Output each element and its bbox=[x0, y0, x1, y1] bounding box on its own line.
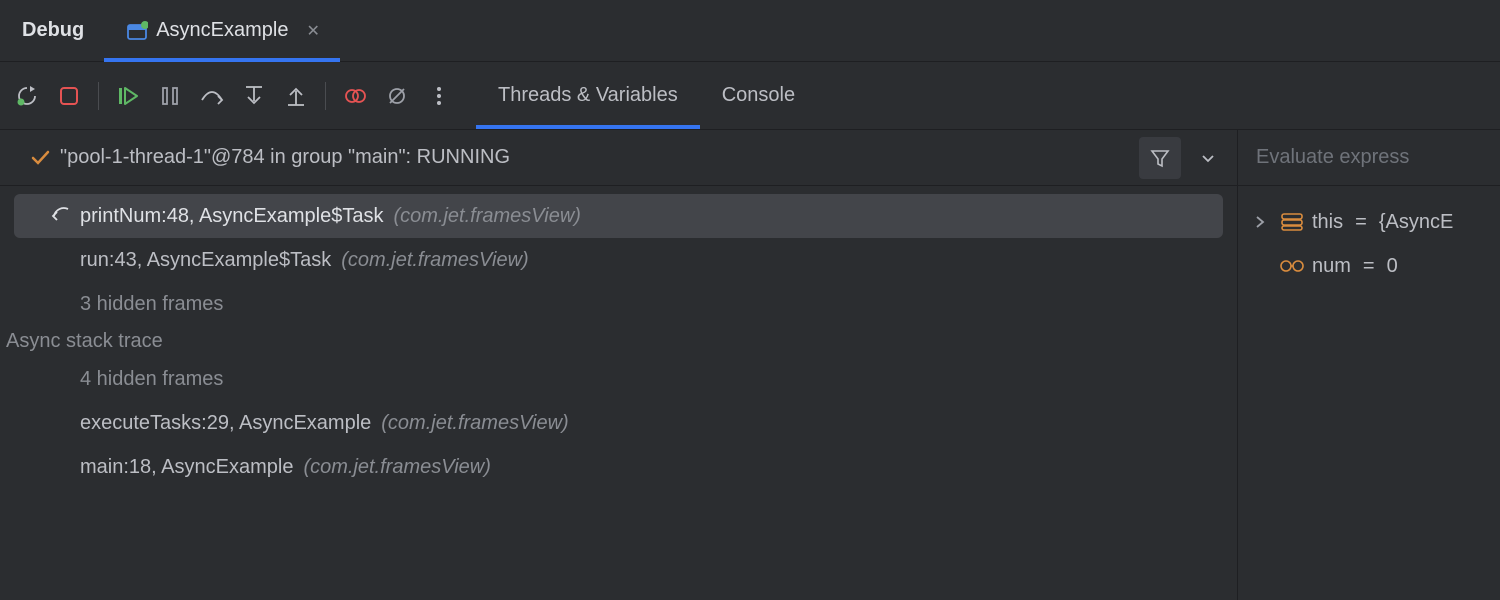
debug-top-bar: Debug AsyncExample ✕ bbox=[0, 0, 1500, 62]
frame-package: (com.jet.framesView) bbox=[341, 249, 528, 272]
stack-frame[interactable]: run:43, AsyncExample$Task (com.jet.frame… bbox=[14, 238, 1223, 282]
drop-frame-icon bbox=[50, 207, 70, 225]
thread-status-check-icon bbox=[30, 148, 50, 168]
watch-glasses-icon bbox=[1280, 254, 1304, 278]
variable-row[interactable]: num = 0 bbox=[1238, 244, 1500, 288]
evaluate-expression-input[interactable]: Evaluate express bbox=[1238, 130, 1500, 186]
run-config-label: AsyncExample bbox=[156, 19, 288, 42]
hidden-frames-row[interactable]: 4 hidden frames bbox=[14, 357, 1223, 401]
resume-button[interactable] bbox=[109, 77, 147, 115]
more-actions-button[interactable] bbox=[420, 77, 458, 115]
frame-method: run:43, AsyncExample$Task bbox=[80, 249, 331, 272]
mute-breakpoints-button[interactable] bbox=[378, 77, 416, 115]
run-config-tab[interactable]: AsyncExample ✕ bbox=[104, 0, 340, 61]
variables-pane: Evaluate express this = {AsyncE num bbox=[1238, 130, 1500, 600]
variable-row[interactable]: this = {AsyncE bbox=[1238, 200, 1500, 244]
pause-button[interactable] bbox=[151, 77, 189, 115]
expand-chevron-icon[interactable] bbox=[1254, 216, 1272, 228]
step-out-button[interactable] bbox=[277, 77, 315, 115]
equals-sign: = bbox=[1355, 211, 1367, 234]
application-icon bbox=[126, 21, 146, 41]
close-tab-button[interactable]: ✕ bbox=[307, 21, 320, 41]
frames-pane: "pool-1-thread-1"@784 in group "main": R… bbox=[0, 130, 1238, 600]
frames-list: printNum:48, AsyncExample$Task (com.jet.… bbox=[0, 186, 1237, 497]
tab-threads-variables[interactable]: Threads & Variables bbox=[476, 62, 700, 129]
debug-content: "pool-1-thread-1"@784 in group "main": R… bbox=[0, 130, 1500, 600]
hidden-frames-label: 4 hidden frames bbox=[80, 368, 223, 391]
frame-method: executeTasks:29, AsyncExample bbox=[80, 412, 371, 435]
frame-method: main:18, AsyncExample bbox=[80, 456, 293, 479]
variable-value: 0 bbox=[1387, 255, 1398, 278]
filter-frames-button[interactable] bbox=[1139, 137, 1181, 179]
variable-name: num bbox=[1312, 255, 1351, 278]
hidden-frames-row[interactable]: 3 hidden frames bbox=[14, 282, 1223, 326]
stop-button[interactable] bbox=[50, 77, 88, 115]
frame-method: printNum:48, AsyncExample$Task bbox=[80, 205, 383, 228]
toolbar-separator bbox=[325, 82, 326, 110]
rerun-button[interactable] bbox=[8, 77, 46, 115]
thread-selector[interactable]: "pool-1-thread-1"@784 in group "main": R… bbox=[0, 130, 1237, 186]
variables-list: this = {AsyncE num = 0 bbox=[1238, 186, 1500, 302]
thread-dropdown-button[interactable] bbox=[1187, 137, 1229, 179]
object-icon bbox=[1280, 210, 1304, 234]
stack-frame[interactable]: printNum:48, AsyncExample$Task (com.jet.… bbox=[14, 194, 1223, 238]
frame-package: (com.jet.framesView) bbox=[381, 412, 568, 435]
step-over-button[interactable] bbox=[193, 77, 231, 115]
evaluate-placeholder: Evaluate express bbox=[1256, 146, 1409, 169]
hidden-frames-label: 3 hidden frames bbox=[80, 293, 223, 316]
variable-name: this bbox=[1312, 211, 1343, 234]
view-breakpoints-button[interactable] bbox=[336, 77, 374, 115]
toolbar-separator bbox=[98, 82, 99, 110]
debug-inner-tabs: Threads & Variables Console bbox=[476, 62, 817, 129]
frame-package: (com.jet.framesView) bbox=[303, 456, 490, 479]
frame-package: (com.jet.framesView) bbox=[393, 205, 580, 228]
debug-toolwindow-title: Debug bbox=[0, 19, 104, 42]
stack-frame[interactable]: executeTasks:29, AsyncExample (com.jet.f… bbox=[14, 401, 1223, 445]
async-stack-trace-label: Async stack trace bbox=[0, 326, 1237, 357]
equals-sign: = bbox=[1363, 255, 1375, 278]
stack-frame[interactable]: main:18, AsyncExample (com.jet.framesVie… bbox=[14, 445, 1223, 489]
variable-value: {AsyncE bbox=[1379, 211, 1453, 234]
thread-label: "pool-1-thread-1"@784 in group "main": R… bbox=[60, 146, 1129, 169]
tab-console[interactable]: Console bbox=[700, 62, 817, 129]
debug-toolbar: Threads & Variables Console bbox=[0, 62, 1500, 130]
step-into-button[interactable] bbox=[235, 77, 273, 115]
